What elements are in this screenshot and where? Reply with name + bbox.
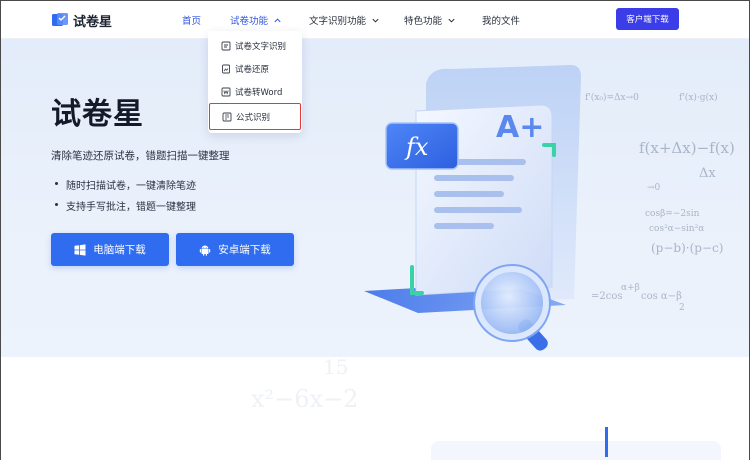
nav-item-special-features[interactable]: 特色功能 xyxy=(404,13,456,27)
logo-icon xyxy=(51,12,69,28)
formula-text: cos α−β xyxy=(641,291,682,302)
formula-text: f'(x)·g(x) xyxy=(679,93,718,103)
chevron-up-icon xyxy=(273,16,282,25)
hero-title: 试卷星 xyxy=(51,97,144,132)
preview-card xyxy=(431,441,721,460)
pc-download-button[interactable]: 电脑端下载 xyxy=(51,233,169,266)
windows-icon xyxy=(74,243,86,256)
feature-list-item: 支持手写批注，错题一键整理 xyxy=(53,198,196,219)
nav-item-label: 试卷功能 xyxy=(230,16,269,27)
faint-formula-text: x²−6x−2 xyxy=(251,385,359,413)
dropdown-item-exam-to-word[interactable]: 试卷转Word xyxy=(208,80,302,103)
fx-label: fx xyxy=(404,133,429,161)
document-scan-illustration: A+ fx xyxy=(364,65,581,351)
top-navigation-bar: 试卷星 首页 试卷功能 文字识别功能 特色功能 我的文件 客户端下载 xyxy=(1,1,749,39)
feature-text: 随时扫描试卷，一键清除笔迹 xyxy=(66,181,196,192)
word-convert-icon xyxy=(221,87,231,97)
bullet-dot xyxy=(55,182,58,185)
grade-a-plus-label: A+ xyxy=(496,110,544,145)
dropdown-item-label: 试卷转Word xyxy=(235,87,283,98)
hero-feature-list: 随时扫描试卷，一键清除笔迹 支持手写批注，错题一键整理 xyxy=(53,177,196,219)
nav-item-home[interactable]: 首页 xyxy=(182,13,201,27)
chevron-down-icon xyxy=(371,16,380,25)
dropdown-item-label: 试卷文字识别 xyxy=(235,41,287,52)
brand-name: 试卷星 xyxy=(73,14,113,30)
brand-logo[interactable]: 试卷星 xyxy=(51,11,113,30)
faint-number-text: 15 xyxy=(323,357,349,379)
formula-icon xyxy=(222,112,232,122)
dropdown-item-formula-recognition[interactable]: 公式识别 xyxy=(209,103,301,130)
nav-item-exam-features[interactable]: 试卷功能 xyxy=(230,13,282,27)
nav-item-label: 特色功能 xyxy=(404,16,443,27)
formula-text: (p−b)·(p−c) xyxy=(651,241,724,255)
nav-item-label: 首页 xyxy=(182,16,202,27)
chevron-down-icon xyxy=(447,16,456,25)
cursor-marker xyxy=(605,427,608,457)
nav-item-label: 我的文件 xyxy=(482,16,521,27)
feature-list-item: 随时扫描试卷，一键清除笔迹 xyxy=(53,177,196,198)
formula-text: α+β xyxy=(621,283,640,293)
android-icon xyxy=(199,244,211,256)
exam-features-dropdown: 试卷文字识别 试卷还原 试卷转Word 公式识别 xyxy=(208,31,302,133)
dropdown-item-label: 试卷还原 xyxy=(235,64,270,75)
formula-text: f(x+Δx)−f(x) xyxy=(639,139,735,157)
dropdown-item-label: 公式识别 xyxy=(236,112,271,123)
feature-text: 支持手写批注，错题一键整理 xyxy=(66,202,196,213)
scan-text-icon xyxy=(221,41,231,51)
dropdown-item-exam-restore[interactable]: 试卷还原 xyxy=(208,57,302,80)
client-download-button[interactable]: 客户端下载 xyxy=(616,8,679,30)
formula-text: 2 xyxy=(679,303,685,313)
nav-item-my-files[interactable]: 我的文件 xyxy=(482,13,520,27)
formula-text: Δx xyxy=(699,166,716,181)
formula-text: cos²α−sin²α xyxy=(649,224,705,234)
formula-text: cosβ=−2sin xyxy=(645,209,700,219)
formula-text: →0 xyxy=(647,183,661,193)
button-label: 安卓端下载 xyxy=(218,244,271,256)
lower-section: x²−6x−2 15 xyxy=(1,357,749,460)
android-download-button[interactable]: 安卓端下载 xyxy=(176,233,294,266)
nav-item-text-recognition[interactable]: 文字识别功能 xyxy=(309,13,380,27)
hero-subtitle: 清除笔迹还原试卷，错题扫描一键整理 xyxy=(51,150,230,162)
button-label: 电脑端下载 xyxy=(93,244,146,256)
dropdown-item-exam-text-recognition[interactable]: 试卷文字识别 xyxy=(208,34,302,57)
bullet-dot xyxy=(55,203,58,206)
doc-restore-icon xyxy=(221,64,231,74)
nav-item-label: 文字识别功能 xyxy=(309,16,367,27)
hero-section: f'(x₀)=Δx→0 f'(x)·g(x) f(x+Δx)−f(x) Δx l… xyxy=(1,39,749,357)
